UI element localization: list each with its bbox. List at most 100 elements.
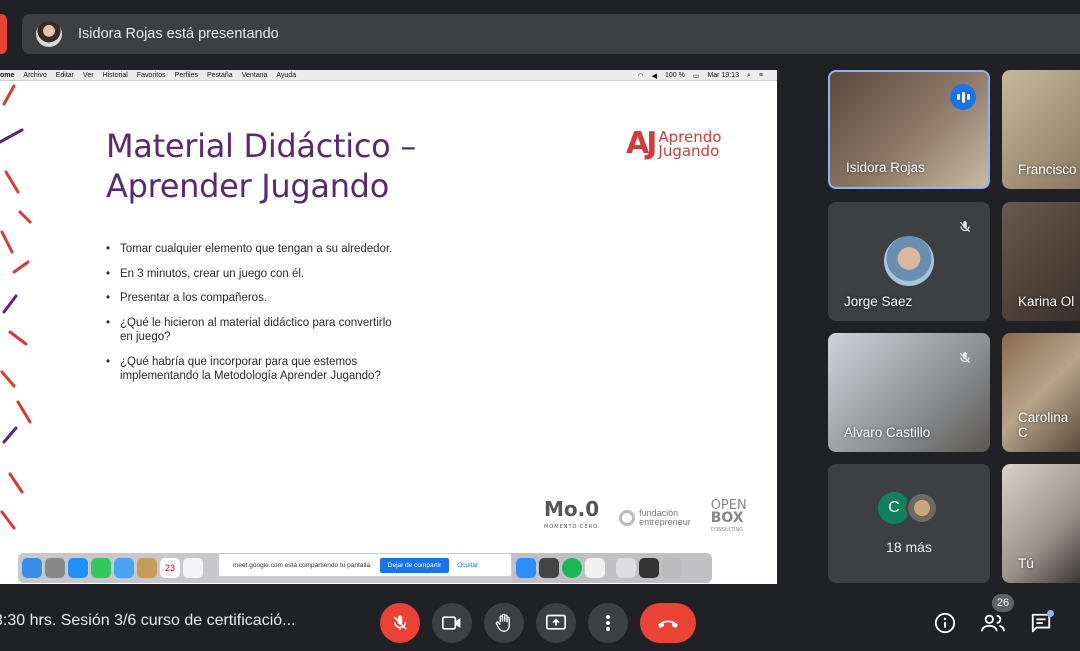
participants-button[interactable] [980, 610, 1006, 636]
leave-call-button[interactable] [640, 603, 696, 643]
openbox-logo: OPEN BOX CONSULTING [710, 499, 747, 536]
people-icon [981, 614, 1005, 632]
slide-decoration [0, 84, 32, 530]
battery-icon: ▭ [692, 72, 700, 80]
meeting-details-button[interactable] [932, 610, 958, 636]
present-icon [546, 614, 566, 630]
info-icon [934, 612, 956, 634]
moo-subtext: MOMENTO CERO [544, 524, 599, 530]
zoom-icon[interactable] [516, 558, 536, 578]
screenshot-icon[interactable] [639, 558, 659, 578]
control-center-icon: ≡ [758, 72, 763, 79]
logo-mark: AJ [626, 126, 657, 161]
facetime-icon[interactable] [91, 558, 111, 578]
participant-name: Tú [1018, 556, 1034, 571]
hang-up-icon [658, 620, 678, 628]
messages-icon[interactable] [114, 558, 134, 578]
participant-avatar [884, 236, 934, 286]
aprendo-jugando-logo: AJ Aprendo Jugando [626, 126, 721, 161]
participant-photo-avatar [906, 492, 938, 524]
finder-icon[interactable] [22, 558, 42, 578]
mic-toggle-button[interactable] [380, 603, 420, 643]
fundacion-line-2: entrepreneur [639, 517, 691, 527]
trash-icon[interactable] [662, 558, 682, 578]
wifi-icon: ◠ [637, 72, 644, 80]
participant-tile-self[interactable]: Tú [1002, 464, 1080, 583]
menu-favoritos: Favoritos [136, 71, 166, 79]
participant-tile-jorge[interactable]: Jorge Saez [828, 202, 990, 321]
chat-button[interactable] [1028, 610, 1054, 636]
logo-word-2: Jugando [658, 141, 720, 160]
preview-icon[interactable] [616, 558, 636, 578]
camera-icon [442, 616, 461, 630]
hand-icon [495, 613, 510, 632]
mic-off-icon [952, 214, 978, 240]
more-vert-icon [606, 615, 610, 631]
meeting-title: 3:30 hrs. Sesión 3/6 curso de certificac… [0, 612, 296, 629]
notes-icon[interactable] [137, 558, 157, 578]
participant-tile-francisco[interactable]: Francisco [1002, 70, 1080, 189]
shared-screen: ome Archivo Editar Ver Historial Favorit… [0, 70, 777, 584]
reminders-icon[interactable] [183, 558, 203, 578]
slide-bullet: En 3 minutos, crear un juego con él. [106, 267, 396, 282]
participant-tile-karina[interactable]: Karina Ol [1002, 202, 1080, 321]
battery-text: 100 % [664, 72, 685, 79]
more-participants-tile[interactable]: C 18 más [828, 464, 990, 583]
presenter-avatar [36, 21, 62, 47]
participant-name: Karina Ol [1018, 294, 1075, 309]
openbox-line-3: CONSULTING [710, 527, 743, 533]
slide-bullet: ¿Qué habría que incorporar para que este… [106, 355, 396, 384]
menu-ver: Ver [83, 71, 94, 79]
clock-text: Mar 19:13 [707, 72, 739, 79]
presentation-slide: Material Didáctico – Aprender Jugando AJ… [0, 82, 777, 584]
slide-title: Material Didáctico – Aprender Jugando [106, 126, 446, 206]
participant-name: Alvaro Castillo [844, 425, 931, 440]
present-screen-button[interactable] [536, 603, 576, 643]
menu-archivo: Archivo [23, 71, 47, 79]
slack-icon[interactable] [585, 558, 605, 578]
menu-pestana: Pestaña [207, 71, 233, 79]
launchpad-icon[interactable] [45, 558, 65, 578]
more-participants-count: 18 más [886, 539, 932, 555]
recording-indicator [0, 14, 7, 54]
screen-share-banner: meet.google.com está compartiendo tu pan… [218, 553, 512, 577]
mic-off-icon [952, 345, 978, 371]
menu-ventana: Ventana [241, 71, 268, 79]
menu-ayuda: Ayuda [276, 71, 297, 79]
app-icon[interactable] [539, 558, 559, 578]
slide-bullet-list: Tomar cualquier elemento que tengan a su… [106, 242, 396, 394]
share-message: meet.google.com está compartiendo tu pan… [233, 561, 372, 569]
slide-title-line1: Material Didáctico – [106, 127, 417, 165]
slide-bullet: Tomar cualquier elemento que tengan a su… [106, 242, 396, 257]
participant-tile-isidora[interactable]: Isidora Rojas [828, 70, 990, 189]
more-options-button[interactable] [588, 603, 628, 643]
search-icon: ⌕ [746, 71, 751, 79]
participant-name: Carolina C [1018, 410, 1069, 440]
stop-sharing-button[interactable]: Dejar de compartir [379, 557, 450, 573]
fundacion-entrepreneur-logo: fundación entrepreneur [619, 509, 691, 527]
raise-hand-button[interactable] [484, 603, 524, 643]
participant-name: Isidora Rojas [846, 160, 925, 175]
openbox-line-2: BOX [710, 510, 744, 526]
participant-name: Francisco [1018, 162, 1077, 177]
safari-icon[interactable] [68, 558, 88, 578]
slide-bullet: ¿Qué le hicieron al material didáctico p… [106, 316, 396, 345]
camera-toggle-button[interactable] [432, 603, 472, 643]
hide-banner-button[interactable]: Ocultar [457, 562, 478, 569]
volume-icon: ◀ [651, 72, 657, 80]
speaking-indicator-icon [950, 84, 976, 110]
presenting-banner: Isidora Rojas está presentando [22, 14, 1080, 54]
slide-bullet: Presentar a los compañeros. [106, 291, 396, 306]
menu-editar: Editar [55, 71, 75, 79]
participant-tile-alvaro[interactable]: Alvaro Castillo [828, 333, 990, 452]
chat-unread-dot [1047, 610, 1054, 617]
sponsor-logos: Mo.0 MOMENTO CERO fundación entrepreneur… [544, 499, 747, 536]
participant-name: Jorge Saez [844, 294, 913, 309]
calendar-icon[interactable]: 23 [160, 558, 180, 578]
spotify-icon[interactable] [562, 558, 582, 578]
mac-dock-right [512, 553, 712, 583]
participant-tile-carolina[interactable]: Carolina C [1002, 333, 1080, 452]
menu-perfiles: Perfiles [174, 71, 198, 79]
slide-title-line2: Aprender Jugando [106, 167, 389, 205]
presenting-text: Isidora Rojas está presentando [78, 26, 279, 42]
